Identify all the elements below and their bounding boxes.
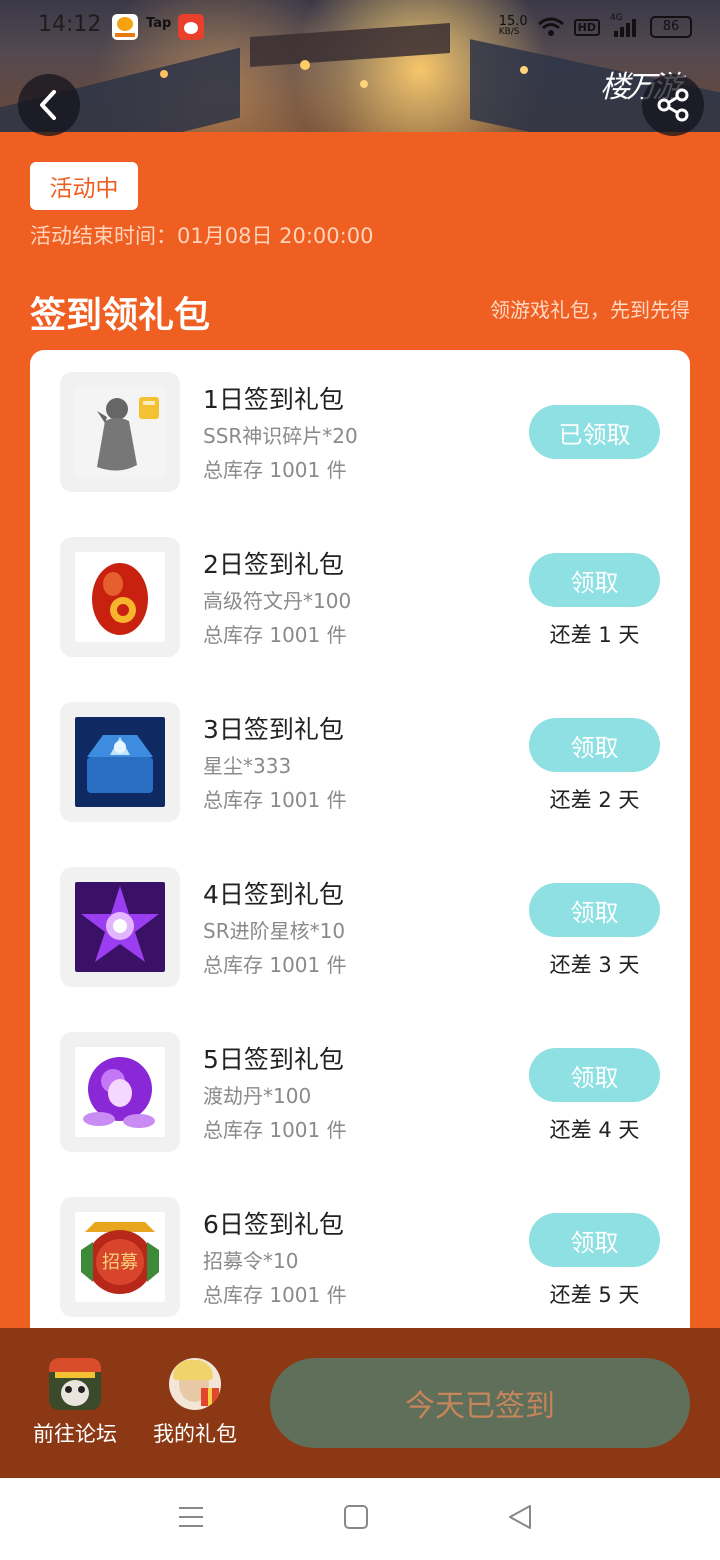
recruit-token-icon: 招募 [75,1212,165,1302]
days-remaining: 还差 4 天 [549,1118,640,1142]
my-gifts-label: 我的礼包 [153,1422,237,1446]
my-gifts-button[interactable]: 我的礼包 [145,1358,245,1448]
list-item: 1日签到礼包 SSR神识碎片*20 总库存 1001 件 已领取 [30,350,690,492]
bilibili-game-icon [112,14,138,40]
net-speed-value: 15.0 [498,14,528,29]
claim-button[interactable]: 领取 [529,718,660,772]
claimed-button[interactable]: 已领取 [529,405,660,459]
gift-stock: 总库存 1001 件 [203,1283,347,1307]
status-time: 14:12 [38,12,102,37]
stardust-chest-icon [75,717,165,807]
tap-icon: Tap [146,16,172,31]
page-title: 签到领礼包 [30,295,211,336]
gift-title: 1日签到礼包 [203,385,344,414]
network-type: 4G [610,13,623,23]
share-button[interactable] [642,74,704,136]
list-item: 5日签到礼包 渡劫丹*100 总库存 1001 件 领取 还差 4 天 [30,1010,690,1152]
signed-today-button[interactable]: 今天已签到 [270,1358,690,1448]
bottom-action-bar: 前往论坛 我的礼包 今天已签到 [0,1328,720,1478]
list-item: 3日签到礼包 星尘*333 总库存 1001 件 领取 还差 2 天 [30,680,690,822]
days-remaining: 还差 1 天 [549,623,640,647]
tribulation-pill-icon [75,1047,165,1137]
days-remaining: 还差 3 天 [549,953,640,977]
status-bar: 14:12 Tap 15.0 KB/S HD 4G 86 [0,0,720,54]
system-nav-bar [0,1478,720,1560]
section-subtitle: 领游戏礼包，先到先得 [490,298,690,322]
rune-egg-icon [75,552,165,642]
star-core-icon [75,882,165,972]
claim-button[interactable]: 领取 [529,1048,660,1102]
forum-label: 前往论坛 [33,1422,117,1446]
gift-thumbnail [60,1032,180,1152]
net-speed-unit: KB/S [498,27,520,37]
gift-item: SSR神识碎片*20 [203,424,358,448]
hd-icon: HD [573,18,600,36]
wifi-icon [537,17,564,36]
gift-item: SR进阶星核*10 [203,919,346,943]
gift-thumbnail [60,867,180,987]
gift-title: 5日签到礼包 [203,1045,344,1074]
my-gifts-icon [169,1358,221,1410]
forum-button[interactable]: 前往论坛 [25,1358,125,1448]
battery-indicator: 86 [650,16,692,38]
net-speed: 15.0 KB/S [498,14,528,38]
gift-title: 4日签到礼包 [203,880,344,909]
recruit-seal-text: 招募 [102,1252,138,1273]
list-item: 4日签到礼包 SR进阶星核*10 总库存 1001 件 领取 还差 3 天 [30,845,690,987]
gift-title: 3日签到礼包 [203,715,344,744]
forum-icon [49,1358,101,1410]
list-item: 2日签到礼包 高级符文丹*100 总库存 1001 件 领取 还差 1 天 [30,515,690,657]
game-app-icon [178,14,204,40]
gift-item: 星尘*333 [203,754,292,778]
gift-stock: 总库存 1001 件 [203,458,347,482]
list-item: 招募 6日签到礼包 招募令*10 总库存 1001 件 领取 还差 5 天 [30,1175,690,1317]
gift-thumbnail [60,537,180,657]
gift-item: 高级符文丹*100 [203,589,352,613]
gift-thumbnail [60,372,180,492]
end-time: 活动结束时间：01月08日 20:00:00 [30,224,374,248]
days-remaining: 还差 2 天 [549,788,640,812]
back-button[interactable] [18,74,80,136]
gift-thumbnail [60,702,180,822]
chevron-left-icon [40,90,56,120]
status-indicators: 15.0 KB/S HD 4G 86 [499,12,692,42]
gift-stock: 总库存 1001 件 [203,623,347,647]
menu-icon[interactable] [178,1504,204,1530]
claim-button[interactable]: 领取 [529,1213,660,1267]
gift-list: 1日签到礼包 SSR神识碎片*20 总库存 1001 件 已领取 2日签到礼包 … [30,350,690,1350]
gift-item: 招募令*10 [203,1249,299,1273]
claim-button[interactable]: 领取 [529,883,660,937]
character-silhouette-icon [75,387,165,477]
gift-title: 6日签到礼包 [203,1210,344,1239]
gift-stock: 总库存 1001 件 [203,953,347,977]
share-icon [657,88,689,122]
gift-stock: 总库存 1001 件 [203,1118,347,1142]
gift-stock: 总库存 1001 件 [203,788,347,812]
claim-button[interactable]: 领取 [529,553,660,607]
gift-thumbnail: 招募 [60,1197,180,1317]
gift-item: 渡劫丹*100 [203,1084,312,1108]
gift-title: 2日签到礼包 [203,550,344,579]
days-remaining: 还差 5 天 [549,1283,640,1307]
square-icon[interactable] [343,1504,369,1530]
triangle-back-icon[interactable] [507,1504,533,1530]
signal-icon: 4G [610,13,640,37]
status-badge: 活动中 [30,162,138,210]
